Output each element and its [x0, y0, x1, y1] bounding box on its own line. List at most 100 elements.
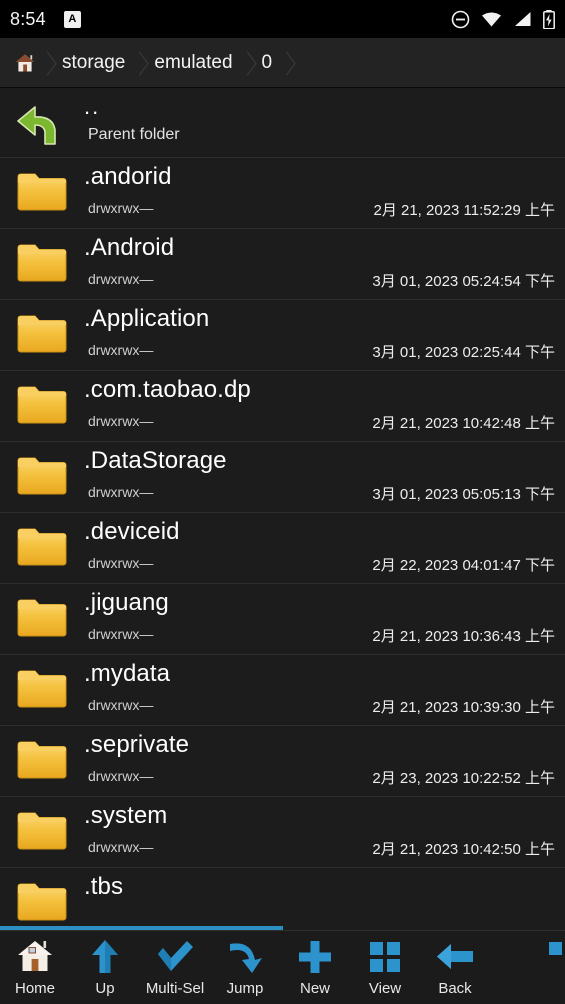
toolbar-label: View: [368, 980, 402, 997]
folder-icon: [16, 667, 68, 709]
file-modified-date: 2月 21, 2023 10:39:30 上午: [372, 699, 555, 716]
file-name: .jiguang: [84, 589, 169, 616]
input-method-icon: A: [63, 10, 81, 28]
breadcrumb-item-emulated[interactable]: emulated: [138, 38, 245, 87]
toolbar-item-view[interactable]: View: [350, 937, 420, 997]
list-item[interactable]: .Application drwxrwx— 3月 01, 2023 02:25:44…: [0, 300, 565, 371]
icon-cell: [0, 442, 84, 496]
file-name: .deviceid: [84, 518, 180, 545]
file-modified-date: 2月 21, 2023 10:42:48 上午: [372, 415, 555, 432]
toolbar-item-new[interactable]: New: [280, 937, 350, 997]
row-body: .seprivate drwxrwx— 2月 23, 2023 10:22:52 上…: [84, 726, 565, 796]
folder-icon: [16, 880, 68, 922]
file-name: .andorid: [84, 163, 172, 190]
icon-cell: [0, 158, 84, 212]
status-bar-clock: 8:54: [10, 8, 46, 29]
folder-icon: [16, 738, 68, 780]
toolbar-item-home[interactable]: Home: [0, 937, 70, 997]
row-body: .system drwxrwx— 2月 21, 2023 10:42:50 上午: [84, 797, 565, 867]
row-body: .jiguang drwxrwx— 2月 21, 2023 10:36:43 上午: [84, 584, 565, 654]
breadcrumb-label: emulated: [154, 51, 233, 73]
folder-icon: [16, 809, 68, 851]
file-permissions: drwxrwx—: [88, 342, 154, 358]
file-modified-date: 2月 21, 2023 11:52:29 上午: [373, 202, 555, 219]
icon-cell: [0, 797, 84, 851]
battery-charging-icon: [543, 9, 555, 29]
toolbar-item-overflow-partial[interactable]: [529, 937, 565, 977]
list-item-parent-folder[interactable]: .. Parent folder: [0, 88, 565, 158]
status-bar: 8:54 A: [0, 0, 565, 38]
toolbar-label: Multi-Sel: [145, 980, 205, 997]
file-modified-date: 2月 22, 2023 04:01:47 下午: [372, 557, 555, 574]
row-body: .mydata drwxrwx— 2月 21, 2023 10:39:30 上午: [84, 655, 565, 725]
list-item[interactable]: .jiguang drwxrwx— 2月 21, 2023 10:36:43 上午: [0, 584, 565, 655]
breadcrumb-home[interactable]: [0, 38, 46, 87]
icon-cell: [0, 371, 84, 425]
arrow-left-icon: [434, 937, 476, 977]
row-body: .Application drwxrwx— 3月 01, 2023 02:25:44…: [84, 300, 565, 370]
folder-icon: [16, 596, 68, 638]
file-name: .system: [84, 802, 168, 829]
file-permissions: drwxrwx—: [88, 768, 154, 784]
toolbar-item-multi-sel[interactable]: Multi-Sel: [140, 937, 210, 997]
home-icon: [15, 937, 55, 977]
file-permissions: drwxrwx—: [88, 697, 154, 713]
toolbar-item-back[interactable]: Back: [420, 937, 490, 997]
toolbar-item-up[interactable]: Up: [70, 937, 140, 997]
grid-icon: [545, 937, 565, 977]
scrollbar-thumb[interactable]: [0, 926, 283, 930]
list-item[interactable]: .deviceid drwxrwx— 2月 22, 2023 04:01:47 下午: [0, 513, 565, 584]
folder-icon: [16, 170, 68, 212]
file-name: .Application: [84, 305, 210, 332]
file-name: .mydata: [84, 660, 171, 687]
list-item[interactable]: .andorid drwxrwx— 2月 21, 2023 11:52:29 上午: [0, 158, 565, 229]
file-modified-date: 3月 01, 2023 05:24:54 下午: [372, 273, 555, 290]
file-modified-date: 3月 01, 2023 05:05:13 下午: [372, 486, 555, 503]
list-item[interactable]: .tbs: [0, 868, 565, 930]
breadcrumb-item-0[interactable]: 0: [246, 38, 286, 87]
file-modified-date: 2月 21, 2023 10:42:50 上午: [372, 841, 555, 858]
list-item[interactable]: .Android drwxrwx— 3月 01, 2023 05:24:54 下午: [0, 229, 565, 300]
back-arrow-icon: [15, 103, 69, 147]
breadcrumb: storage emulated 0: [0, 38, 565, 88]
file-name: .seprivate: [84, 731, 190, 758]
file-modified-date: 2月 21, 2023 10:36:43 上午: [372, 628, 555, 645]
file-permissions: drwxrwx—: [88, 555, 154, 571]
breadcrumb-item-storage[interactable]: storage: [46, 38, 138, 87]
icon-cell: [0, 726, 84, 780]
input-method-label: A: [68, 12, 77, 25]
file-permissions: drwxrwx—: [88, 413, 154, 429]
file-name: .com.taobao.dp: [84, 376, 251, 403]
icon-cell: [0, 513, 84, 567]
list-item[interactable]: .system drwxrwx— 2月 21, 2023 10:42:50 上午: [0, 797, 565, 868]
parent-folder-subtitle: Parent folder: [88, 126, 180, 143]
row-body: .andorid drwxrwx— 2月 21, 2023 11:52:29 上午: [84, 158, 565, 228]
list-item[interactable]: .com.taobao.dp drwxrwx— 2月 21, 2023 10:42:…: [0, 371, 565, 442]
toolbar-label: Back: [438, 980, 472, 997]
arrow-up-icon: [85, 937, 125, 977]
file-name: .tbs: [84, 873, 124, 900]
file-modified-date: 2月 23, 2023 10:22:52 上午: [372, 770, 555, 787]
cellular-signal-icon: [513, 11, 532, 27]
file-modified-date: 3月 01, 2023 02:25:44 下午: [372, 344, 555, 361]
row-body: .DataStorage drwxrwx— 3月 01, 2023 05:05:13…: [84, 442, 565, 512]
list-item[interactable]: .seprivate drwxrwx— 2月 23, 2023 10:22:52 上…: [0, 726, 565, 797]
list-item[interactable]: .DataStorage drwxrwx— 3月 01, 2023 05:05:13…: [0, 442, 565, 513]
plus-icon: [296, 937, 334, 977]
file-list[interactable]: .. Parent folder .andorid drwxrwx— 2月 21, …: [0, 88, 565, 930]
file-permissions: drwxrwx—: [88, 484, 154, 500]
grid-icon: [366, 937, 404, 977]
checkmark-icon: [154, 937, 196, 977]
file-manager-screen: 8:54 A storage emulated 0 .. Parent fold…: [0, 0, 565, 1004]
file-permissions: drwxrwx—: [88, 626, 154, 642]
row-body: .com.taobao.dp drwxrwx— 2月 21, 2023 10:42:…: [84, 371, 565, 441]
list-item[interactable]: .mydata drwxrwx— 2月 21, 2023 10:39:30 上午: [0, 655, 565, 726]
row-body: .deviceid drwxrwx— 2月 22, 2023 04:01:47 下午: [84, 513, 565, 583]
horizontal-scrollbar[interactable]: [0, 926, 565, 930]
file-permissions: drwxrwx—: [88, 839, 154, 855]
folder-icon: [16, 383, 68, 425]
icon-cell: [0, 655, 84, 709]
toolbar-label: Home: [14, 980, 55, 997]
row-body: .Android drwxrwx— 3月 01, 2023 05:24:54 下午: [84, 229, 565, 299]
toolbar-item-jump[interactable]: Jump: [210, 937, 280, 997]
